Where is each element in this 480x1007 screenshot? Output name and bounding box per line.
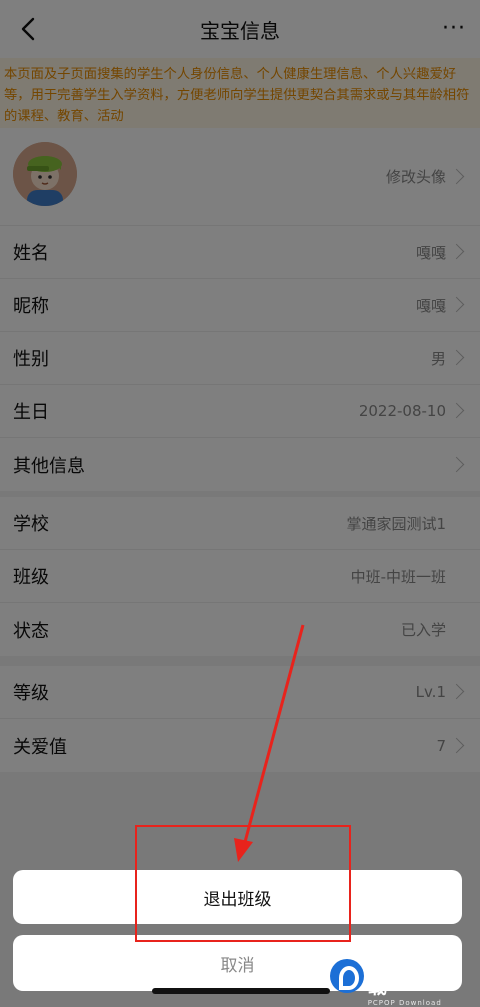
pcpop-logo-icon bbox=[330, 959, 364, 993]
watermark-subtitle: PCPOP Download bbox=[367, 999, 442, 1007]
annotation-highlight-box bbox=[135, 825, 351, 942]
watermark: PCPOP下载 PCPOP Download bbox=[330, 949, 480, 1007]
watermark-title: PCPOP下载 bbox=[367, 949, 462, 998]
home-indicator bbox=[152, 988, 330, 994]
